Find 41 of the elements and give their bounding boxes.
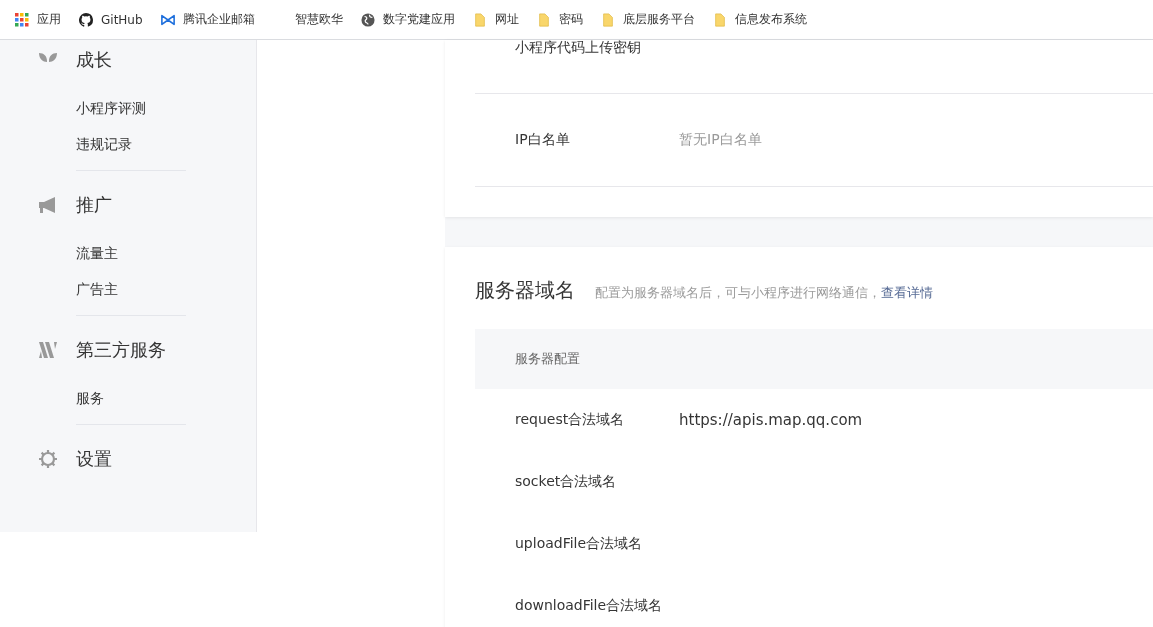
folder-icon bbox=[472, 12, 487, 27]
settings-icon bbox=[38, 449, 58, 469]
bowtie-logo-icon bbox=[160, 12, 175, 27]
megaphone-icon bbox=[38, 195, 58, 215]
row-label: uploadFile合法域名 bbox=[515, 535, 644, 553]
row-value: 暂无IP白名单 bbox=[679, 131, 762, 149]
nav-item[interactable]: 小程序评测 bbox=[76, 100, 146, 118]
bookmark[interactable]: 应用 bbox=[15, 11, 61, 28]
row-label: 小程序代码上传密钥 bbox=[515, 40, 642, 54]
bookmark[interactable]: 数字党建应用 bbox=[360, 11, 455, 28]
folder-icon bbox=[600, 12, 615, 27]
bookmark[interactable]: 智慧欧华 bbox=[272, 11, 343, 28]
details-link[interactable]: 查看详情 bbox=[881, 285, 933, 300]
row-label: socket合法域名 bbox=[515, 473, 618, 491]
globe-icon bbox=[360, 12, 375, 27]
row-label: request合法域名 bbox=[515, 411, 626, 429]
nav-item[interactable]: 广告主 bbox=[76, 281, 118, 299]
bookmark[interactable]: 腾讯企业邮箱 bbox=[160, 11, 255, 28]
section-description: 配置为服务器域名后，可与小程序进行网络通信，查看详情 bbox=[595, 284, 933, 302]
nav-group-title[interactable]: 成长 bbox=[76, 48, 112, 72]
section-title: 服务器域名 bbox=[475, 277, 575, 304]
nav-item[interactable]: 流量主 bbox=[76, 245, 118, 263]
apps-grid-icon bbox=[15, 12, 29, 27]
nav-group-title[interactable]: 设置 bbox=[76, 447, 112, 471]
bookmark[interactable]: 网址 bbox=[472, 11, 519, 28]
github-icon bbox=[79, 12, 93, 27]
nav-group-title[interactable]: 推广 bbox=[76, 193, 112, 217]
nav-item[interactable]: 服务 bbox=[76, 390, 104, 408]
folder-icon bbox=[536, 12, 551, 27]
row-label: downloadFile合法域名 bbox=[515, 597, 664, 615]
row-label: IP白名单 bbox=[515, 131, 571, 149]
table-header: 服务器配置 bbox=[475, 329, 1153, 389]
nav-item[interactable]: 违规记录 bbox=[76, 136, 132, 154]
double-x-icon bbox=[38, 340, 58, 360]
bookmark[interactable]: 信息发布系统 bbox=[712, 11, 807, 28]
row-value: https://apis.map.qq.com bbox=[679, 411, 863, 429]
bookmark[interactable]: GitHub bbox=[79, 12, 143, 27]
bookmark[interactable]: 底层服务平台 bbox=[600, 11, 695, 28]
nav-group-title[interactable]: 第三方服务 bbox=[76, 338, 166, 362]
bookmark[interactable]: 密码 bbox=[536, 11, 583, 28]
folder-icon bbox=[712, 12, 727, 27]
